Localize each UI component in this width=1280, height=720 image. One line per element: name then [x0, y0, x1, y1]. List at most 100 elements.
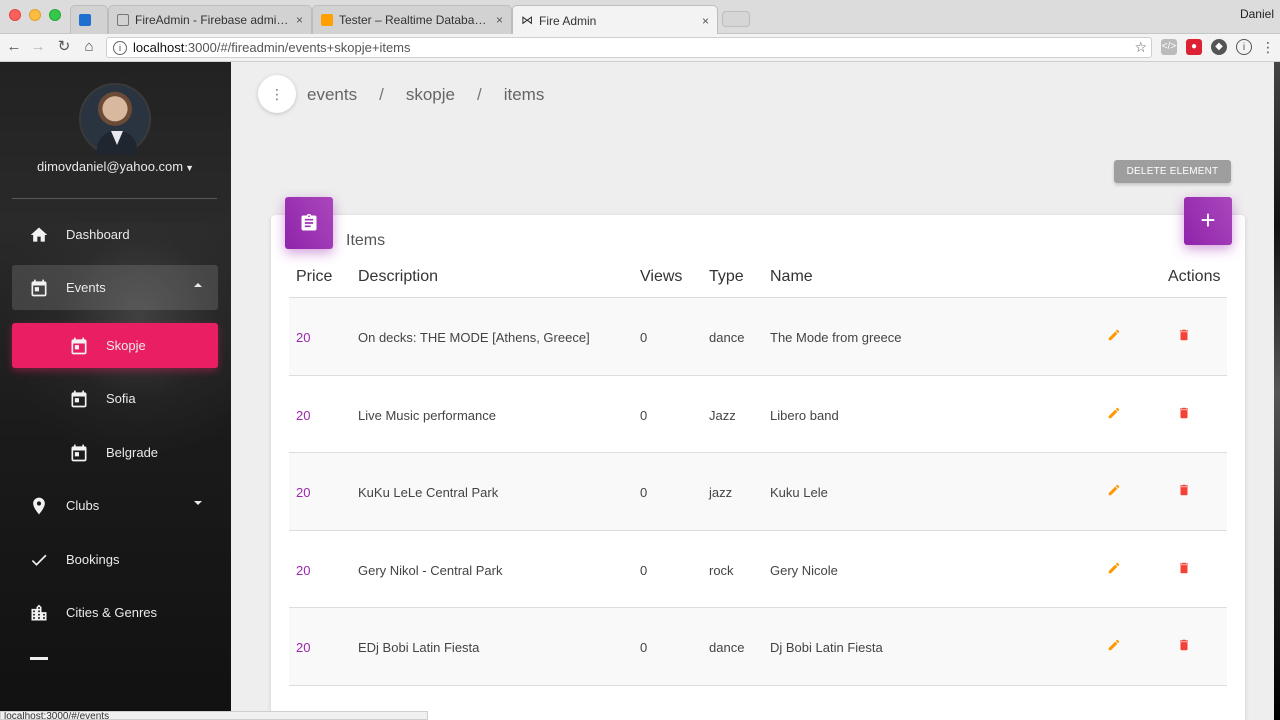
- sidebar-item-label: Belgrade: [106, 445, 159, 460]
- sidebar-item-dashboard[interactable]: Dashboard: [12, 212, 218, 257]
- browser-menu-icon[interactable]: ⋮: [1260, 39, 1276, 55]
- profile-name[interactable]: Daniel: [1240, 7, 1274, 21]
- breadcrumb-item-items[interactable]: items: [504, 85, 545, 105]
- edit-pencil-icon[interactable]: [1107, 328, 1121, 342]
- browser-tab-fireadmin[interactable]: FireAdmin - Firebase admin pa ×: [108, 5, 312, 34]
- minimize-window-button[interactable]: [29, 9, 41, 21]
- home-icon: [12, 225, 66, 245]
- delete-trash-icon[interactable]: [1177, 561, 1191, 575]
- tab-close-icon[interactable]: ×: [296, 13, 303, 27]
- edit-pencil-icon[interactable]: [1107, 561, 1121, 575]
- delete-trash-icon[interactable]: [1177, 406, 1191, 420]
- chevron-down-icon: [194, 501, 202, 505]
- forward-arrow-icon[interactable]: →: [28, 37, 48, 57]
- extension-red-icon[interactable]: ●: [1186, 39, 1202, 55]
- sidebar-item-belgrade[interactable]: Belgrade: [12, 430, 218, 475]
- sidebar-item-bookings[interactable]: Bookings: [12, 537, 218, 582]
- maximize-window-button[interactable]: [49, 9, 61, 21]
- user-menu[interactable]: dimovdaniel@yahoo.com ▼: [0, 159, 231, 174]
- main-content: ⋮ events / skopje / items DELETE ELEMENT…: [231, 62, 1280, 720]
- breadcrumb-item-skopje[interactable]: skopje: [406, 85, 455, 105]
- page-icon: [117, 14, 129, 26]
- column-header-description: Description: [358, 268, 439, 285]
- column-header-actions: Actions: [1168, 268, 1221, 285]
- sidebar-more-indicator: [30, 657, 48, 660]
- breadcrumb-item-events[interactable]: events: [307, 85, 357, 105]
- info-icon[interactable]: i: [113, 40, 127, 55]
- sidebar-item-cities-genres[interactable]: Cities & Genres: [12, 590, 218, 635]
- sidebar-item-sofia[interactable]: Sofia: [12, 376, 218, 421]
- cell-price: 20: [296, 407, 311, 423]
- chevron-up-icon: [194, 283, 202, 287]
- extension-shield-icon[interactable]: ◆: [1211, 39, 1227, 55]
- delete-trash-icon[interactable]: [1177, 638, 1191, 652]
- cell-views: 0: [640, 485, 648, 500]
- cell-type: jazz: [709, 485, 733, 500]
- more-vert-icon[interactable]: ⋮: [258, 75, 296, 113]
- breadcrumb-separator: /: [379, 85, 384, 104]
- clipboard-icon: [285, 197, 333, 249]
- edit-pencil-icon[interactable]: [1107, 483, 1121, 497]
- sidebar-item-label: Bookings: [66, 552, 120, 567]
- delete-trash-icon[interactable]: [1177, 328, 1191, 342]
- browser-tab-pinned[interactable]: [70, 5, 108, 34]
- extension-code-icon[interactable]: </>: [1161, 39, 1177, 55]
- cell-description: KuKu LeLe Central Park: [358, 485, 499, 500]
- delete-trash-icon[interactable]: [1177, 483, 1191, 497]
- cell-description: Live Music performance: [358, 407, 496, 423]
- reload-icon[interactable]: ↻: [54, 37, 74, 57]
- cell-price: 20: [296, 330, 311, 345]
- cell-views: 0: [640, 562, 648, 578]
- table-row: 20 KuKu LeLe Central Park 0 jazz Kuku Le…: [289, 453, 1227, 531]
- cell-type: rock: [709, 562, 734, 578]
- edit-pencil-icon[interactable]: [1107, 406, 1121, 420]
- new-tab-button[interactable]: [722, 11, 750, 27]
- close-window-button[interactable]: [9, 9, 21, 21]
- browser-tab-tester[interactable]: Tester – Realtime Database – F ×: [312, 5, 512, 34]
- add-item-button[interactable]: +: [1184, 197, 1232, 245]
- edit-pencil-icon[interactable]: [1107, 638, 1121, 652]
- calendar-icon: [12, 336, 106, 356]
- cell-type: Jazz: [709, 407, 736, 423]
- table-row: 20 Gery Nikol - Central Park 0 rock Gery…: [289, 531, 1227, 608]
- sidebar-item-clubs[interactable]: Clubs: [12, 483, 218, 528]
- tab-close-icon[interactable]: ×: [496, 13, 503, 27]
- firebase-icon: [321, 14, 333, 26]
- extension-info-icon[interactable]: i: [1236, 39, 1252, 55]
- browser-toolbar: ← → ↻ ⌂ i localhost :3000/#/fireadmin/ev…: [0, 34, 1280, 62]
- cell-price: 20: [296, 562, 311, 578]
- address-bar[interactable]: i localhost :3000/#/fireadmin/events+sko…: [106, 37, 1152, 58]
- cell-description: Gery Nikol - Central Park: [358, 562, 503, 578]
- delete-element-button[interactable]: DELETE ELEMENT: [1114, 160, 1231, 183]
- window-edge: [1274, 62, 1280, 720]
- sidebar-item-skopje[interactable]: Skopje: [12, 323, 218, 368]
- cell-price: 20: [296, 640, 311, 655]
- cell-name: Kuku Lele: [770, 485, 828, 500]
- bookmark-star-icon[interactable]: ☆: [1134, 39, 1147, 56]
- column-header-name: Name: [770, 268, 813, 285]
- table-header: Price Description Views Type Name Action…: [289, 258, 1227, 298]
- calendar-icon: [12, 278, 66, 298]
- sidebar-item-label: Cities & Genres: [66, 605, 158, 620]
- user-email: dimovdaniel@yahoo.com: [36, 159, 184, 174]
- city-icon: [12, 603, 66, 623]
- home-icon[interactable]: ⌂: [79, 37, 99, 57]
- table-row: 20 Live Music performance 0 Jazz Libero …: [289, 376, 1227, 453]
- calendar-icon: [12, 389, 106, 409]
- tab-title: Fire Admin: [539, 13, 597, 28]
- bowtie-icon: ⋈: [521, 12, 533, 27]
- tab-title: FireAdmin - Firebase admin pa: [135, 13, 290, 27]
- sidebar: dimovdaniel@yahoo.com ▼ Dashboard Events …: [0, 62, 231, 720]
- table-body: 20 On decks: THE MODE [Athens, Greece] 0…: [289, 298, 1227, 686]
- tab-close-icon[interactable]: ×: [702, 14, 709, 28]
- sidebar-item-label: Events: [66, 280, 106, 295]
- cell-name: The Mode from greece: [770, 330, 902, 345]
- breadcrumb: events / skopje / items: [307, 85, 544, 105]
- location-pin-icon: [12, 496, 66, 516]
- sidebar-item-label: Dashboard: [66, 227, 130, 242]
- back-arrow-icon[interactable]: ←: [4, 37, 24, 57]
- browser-tab-fire-admin[interactable]: ⋈ Fire Admin ×: [512, 5, 718, 35]
- column-header-views: Views: [640, 268, 683, 285]
- sidebar-item-label: Clubs: [66, 498, 100, 513]
- sidebar-item-events[interactable]: Events: [12, 265, 218, 310]
